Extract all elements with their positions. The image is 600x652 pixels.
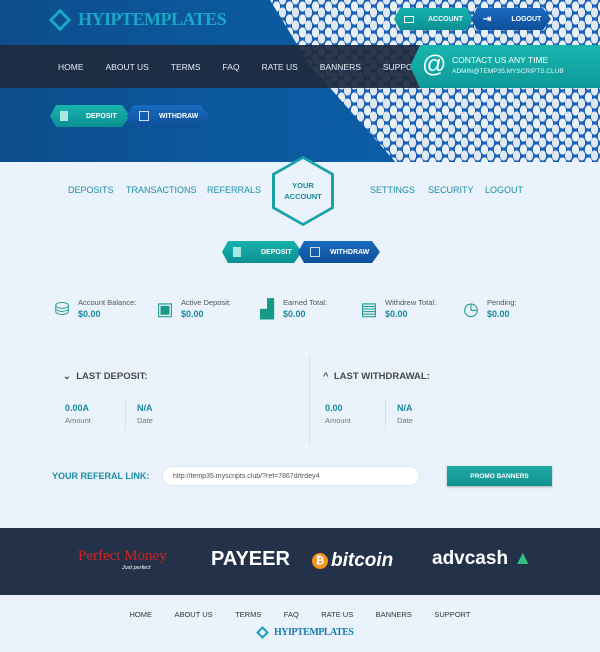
footer-nav: HOME ABOUT US TERMS FAQ RATE US BANNERS …: [0, 604, 600, 622]
promo-banners-button[interactable]: PROMO BANNERS: [447, 466, 552, 486]
perfect-money-tagline: Just perfect: [122, 565, 151, 571]
referral-link-input[interactable]: [162, 466, 420, 486]
withdraw-button[interactable]: WITHDRAW: [298, 241, 380, 263]
footer-nav-faq[interactable]: FAQ: [284, 610, 299, 619]
account-nav-referrals[interactable]: REFERRALS: [207, 185, 261, 195]
deposit-icon: [233, 247, 241, 257]
deposit-button[interactable]: DEPOSIT: [222, 241, 302, 263]
chevron-up-icon: ^: [323, 371, 334, 382]
bitcoin-icon: ₿: [312, 553, 328, 569]
account-nav-logout[interactable]: LOGOUT: [485, 185, 523, 195]
payeer-logo: PAYEER: [211, 548, 290, 570]
header-banner: HYIPTEMPLATES ACCOUNT ⇥ LOGOUT HOME ABOUT…: [0, 0, 600, 162]
footer-logo[interactable]: HYIPTEMPLATES: [256, 626, 354, 639]
last-withdrawal-amount: 0.00 Amount: [325, 403, 351, 425]
last-withdrawal-title: ^ LAST WITHDRAWAL:: [323, 371, 430, 382]
logout-button[interactable]: ⇥ LOGOUT: [471, 8, 551, 30]
growth-chart-icon: ▟: [260, 299, 274, 319]
payment-methods-band: Perfect Money Just perfect PAYEER ₿ bitco…: [0, 528, 600, 595]
footer-nav-about[interactable]: ABOUT US: [174, 610, 212, 619]
logo[interactable]: HYIPTEMPLATES: [48, 8, 227, 31]
stat-earned-total: ▟ Earned Total: $0.00: [256, 298, 327, 320]
nav-about[interactable]: ABOUT US: [106, 62, 149, 72]
advcash-logo: advcash ▲: [432, 548, 533, 569]
clock-dollar-icon: ◷: [463, 299, 479, 319]
stat-pending: ◷ Pending: $0.00: [460, 298, 516, 320]
safe-icon: ▣: [156, 299, 174, 319]
nav-terms[interactable]: TERMS: [171, 62, 201, 72]
divider: [125, 400, 126, 430]
logout-icon: ⇥: [483, 13, 492, 25]
account-nav-security[interactable]: SECURITY: [428, 185, 474, 195]
last-deposit-amount: 0.00A Amount: [65, 403, 91, 425]
footer-nav-home[interactable]: HOME: [129, 610, 152, 619]
footer-nav-support[interactable]: SUPPORT: [434, 610, 470, 619]
nav-banners[interactable]: BANNERS: [320, 62, 361, 72]
contact-box: @ CONTACT US ANY TIME ADMIN@TEMP35.MYSCR…: [410, 45, 600, 88]
footer-nav-rate-us[interactable]: RATE US: [321, 610, 353, 619]
footer-nav-terms[interactable]: TERMS: [235, 610, 261, 619]
chevron-down-icon: ⌄: [63, 371, 77, 382]
divider: [385, 400, 386, 430]
last-deposit-date: N/A Date: [137, 403, 153, 425]
last-withdrawal-date: N/A Date: [397, 403, 413, 425]
contact-email[interactable]: ADMIN@TEMP35.MYSCRIPTS.CLUB: [452, 68, 564, 75]
section-divider: [309, 355, 310, 445]
nav-home[interactable]: HOME: [58, 62, 84, 72]
contact-title: CONTACT US ANY TIME: [452, 55, 549, 65]
footer-nav-banners[interactable]: BANNERS: [376, 610, 412, 619]
card-icon: [404, 16, 414, 23]
logo-diamond-icon: [48, 8, 72, 31]
referral-label: YOUR REFERAL LINK:: [52, 471, 150, 481]
logo-diamond-icon: [256, 626, 269, 639]
withdraw-icon: [139, 111, 149, 121]
header-deposit-button[interactable]: DEPOSIT: [50, 105, 130, 127]
your-account-hexagon[interactable]: YOUR ACCOUNT: [272, 156, 334, 226]
deposit-icon: [60, 111, 68, 121]
stat-account-balance: ⛁ Account Balance: $0.00: [51, 298, 136, 320]
header-withdraw-button[interactable]: WITHDRAW: [127, 105, 209, 127]
withdraw-icon: [310, 247, 320, 257]
coins-icon: ⛁: [54, 299, 70, 319]
last-deposit-title: ⌄ LAST DEPOSIT:: [63, 371, 148, 382]
nav-rate-us[interactable]: RATE US: [262, 62, 298, 72]
account-nav-transactions[interactable]: TRANSACTIONS: [126, 185, 197, 195]
at-icon: @: [422, 51, 447, 78]
perfect-money-logo: Perfect Money: [78, 548, 167, 564]
stat-active-deposit: ▣ Active Deposit: $0.00: [154, 298, 231, 320]
atm-icon: ▤: [360, 299, 378, 319]
stat-withdrew-total: ▤ Withdrew Total: $0.00: [358, 298, 436, 320]
nav-faq[interactable]: FAQ: [223, 62, 240, 72]
account-nav-deposits[interactable]: DEPOSITS: [68, 185, 114, 195]
bitcoin-logo: ₿ bitcoin: [312, 550, 393, 572]
account-button[interactable]: ACCOUNT: [394, 8, 474, 30]
advcash-a-icon: ▲: [508, 548, 533, 569]
account-nav-settings[interactable]: SETTINGS: [370, 185, 415, 195]
